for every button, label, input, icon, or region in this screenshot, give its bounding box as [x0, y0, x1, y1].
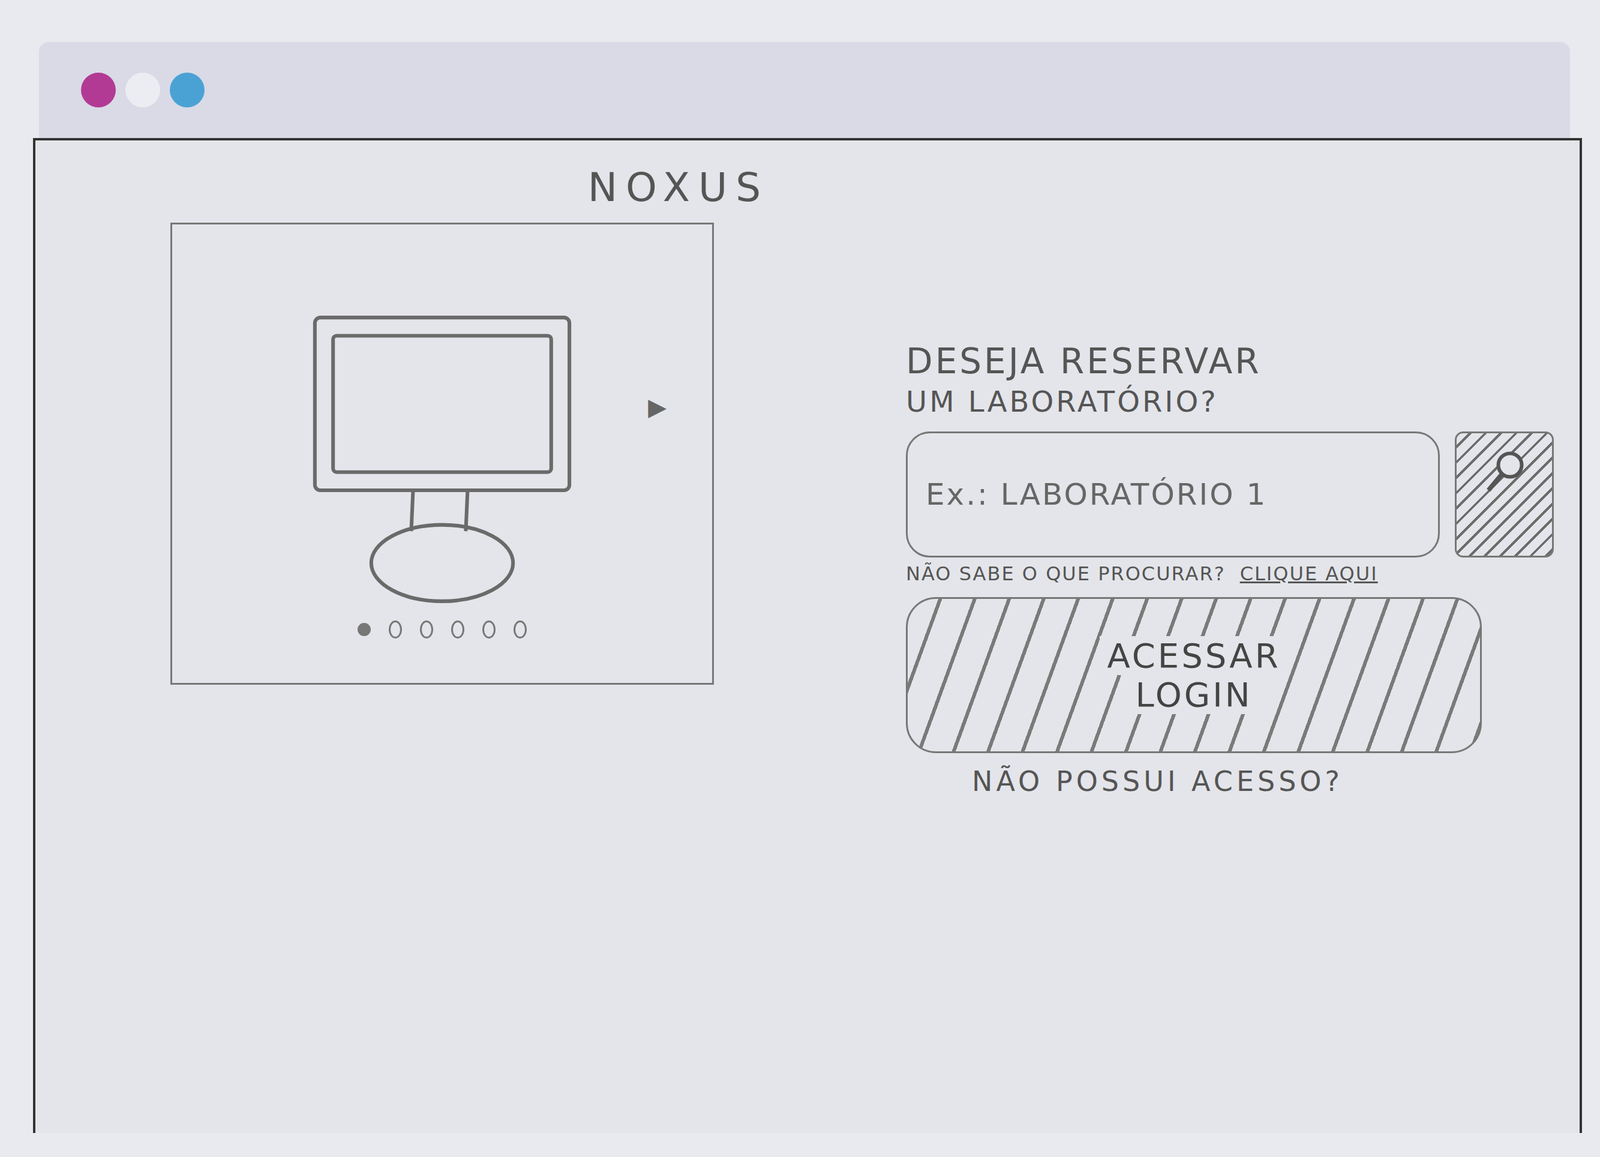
browser-window: NOXUS ▶ DESEJA RESERVARUM LABORATÓRIO? NÃO … [32, 41, 1583, 1133]
carousel-dots [357, 620, 527, 639]
carousel-dot[interactable] [357, 622, 371, 636]
carousel: ▶ [170, 222, 714, 685]
no-access-link[interactable]: NÃO POSSUI ACESSO? [971, 764, 1554, 798]
search-input[interactable] [905, 431, 1440, 558]
magnifier-icon [1477, 445, 1532, 500]
help-text: NÃO SABE O QUE PROCURAR?CLIQUE AQUI [905, 562, 1554, 585]
logo-title: NOXUS [587, 164, 770, 211]
carousel-dot[interactable] [482, 620, 496, 639]
title-bar [38, 41, 1571, 138]
page: NOXUS ▶ DESEJA RESERVARUM LABORATÓRIO? NÃO … [0, 0, 1600, 1157]
maximize-dot-icon[interactable] [169, 72, 205, 108]
header: NOXUS [35, 140, 1580, 211]
content-area: NOXUS ▶ DESEJA RESERVARUM LABORATÓRIO? NÃO … [32, 137, 1583, 1133]
help-link[interactable]: CLIQUE AQUI [1240, 562, 1379, 585]
next-slide-button[interactable]: ▶ [644, 392, 671, 422]
carousel-slide: ▶ [196, 308, 689, 609]
prompt-text: DESEJA RESERVARUM LABORATÓRIO? [905, 339, 1554, 420]
minimize-dot-icon[interactable] [125, 72, 161, 108]
search-button[interactable] [1454, 431, 1554, 558]
carousel-dot[interactable] [388, 620, 402, 639]
login-button[interactable]: ACESSARLOGIN [905, 596, 1482, 753]
carousel-dot[interactable] [451, 620, 465, 639]
carousel-dot[interactable] [513, 620, 527, 639]
carousel-dot[interactable] [419, 620, 434, 639]
search-bar [905, 431, 1554, 558]
main-row: ▶ DESEJA RESERVARUM LABORATÓRIO? NÃO SABE … [35, 222, 1580, 798]
close-dot-icon[interactable] [80, 72, 116, 108]
monitor-icon [304, 308, 581, 609]
reservation-panel: DESEJA RESERVARUM LABORATÓRIO? NÃO SABE O… [905, 339, 1554, 798]
